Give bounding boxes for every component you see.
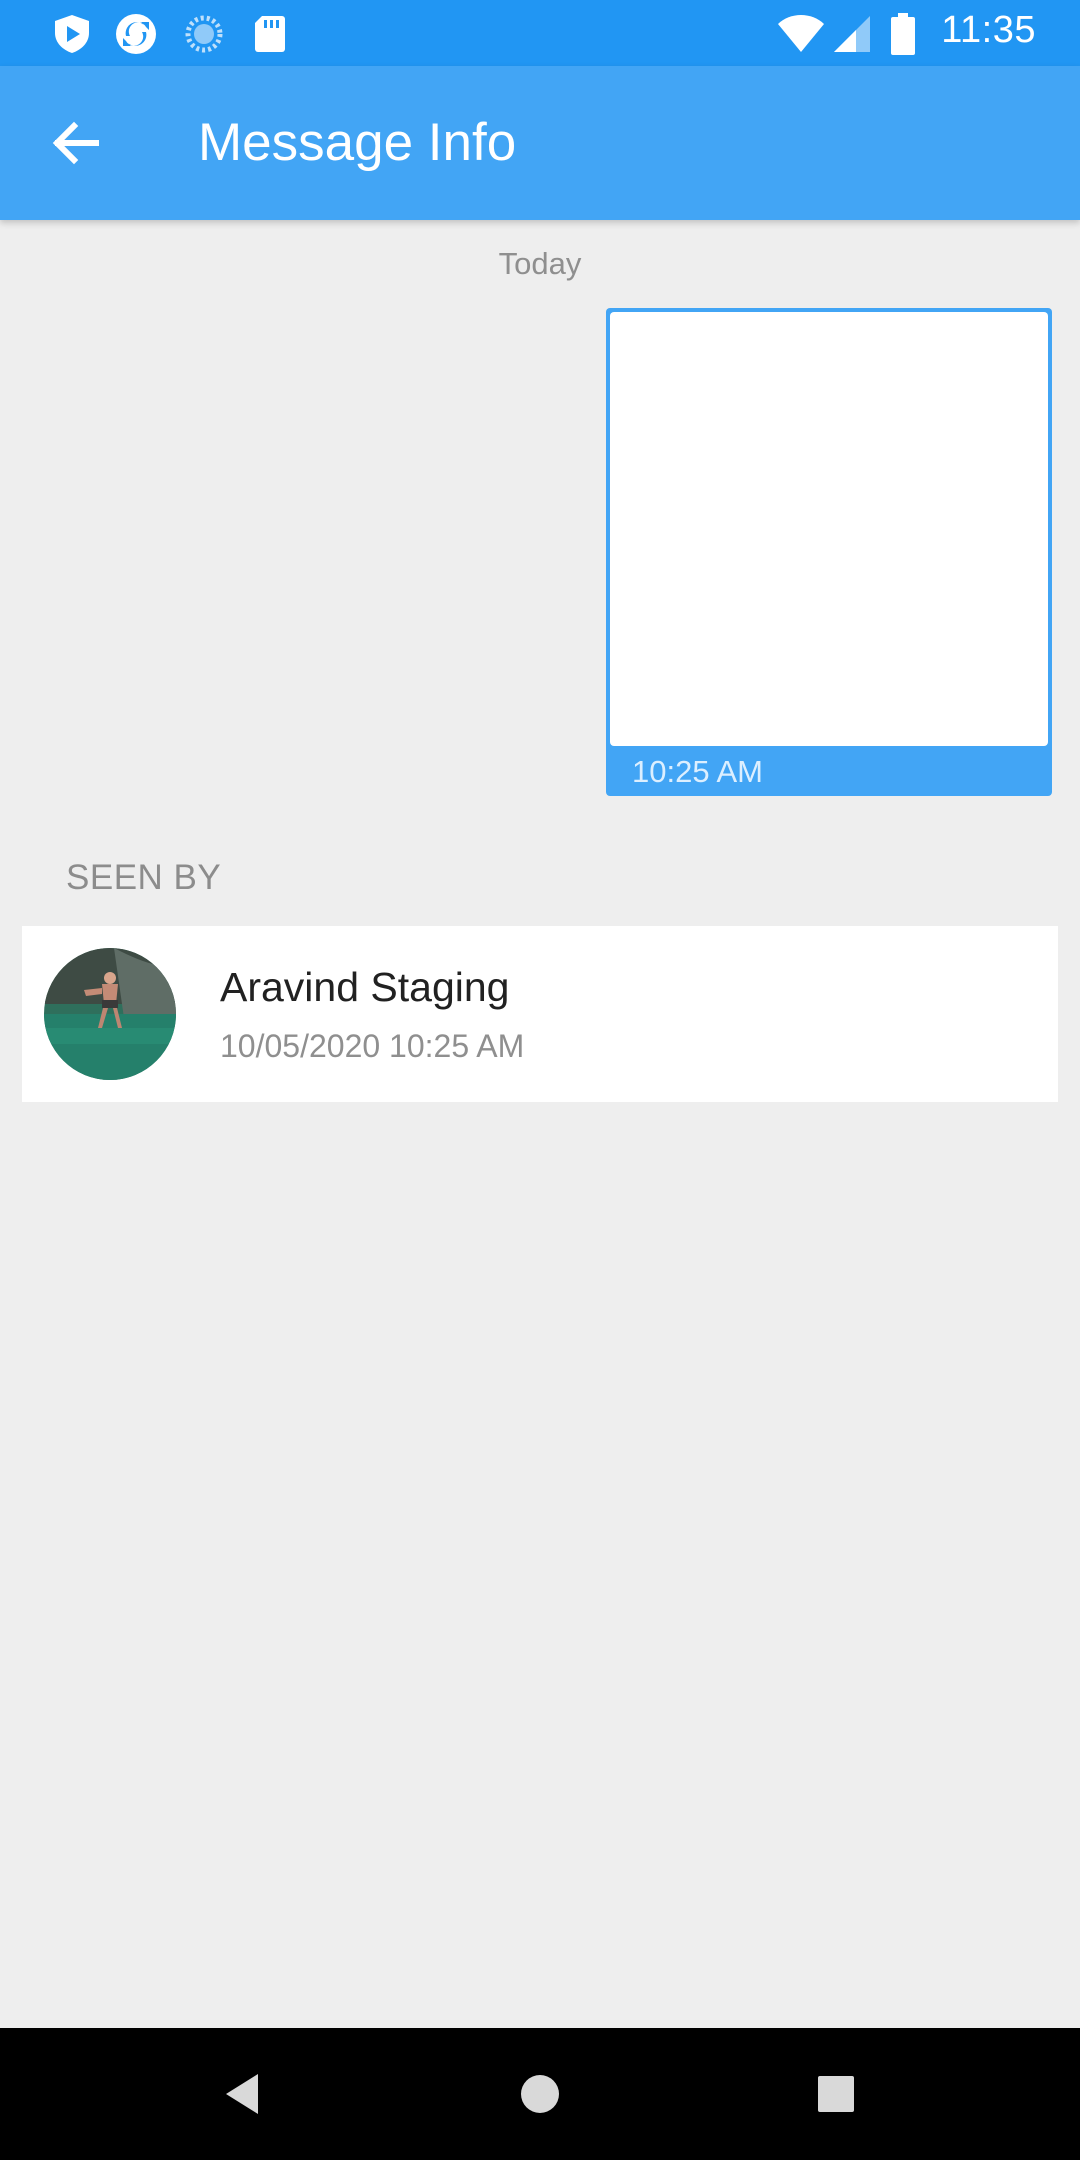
- message-image[interactable]: [610, 312, 1048, 746]
- recents-square-icon[interactable]: [796, 2054, 876, 2134]
- status-bar: 11:35: [0, 0, 1080, 66]
- page-title: Message Info: [198, 113, 517, 172]
- message-time: 10:25 AM: [632, 754, 763, 789]
- date-separator: Today: [498, 246, 582, 281]
- sync-icon: [116, 14, 156, 54]
- system-nav-bar: [0, 2028, 1080, 2160]
- loading-icon: [185, 15, 223, 53]
- app-bar: Message Info: [0, 66, 1080, 220]
- seen-by-name: Aravind Staging: [220, 964, 510, 1010]
- signal-icon: [834, 16, 870, 52]
- message-info-screen: 11:35 Message Info Today 10:25 AM SEEN B…: [0, 0, 1080, 2160]
- sd-card-icon: [255, 16, 285, 52]
- user-avatar: [44, 948, 176, 1080]
- shield-icon: [55, 15, 89, 53]
- battery-icon: [891, 13, 915, 55]
- wifi-icon: [778, 15, 824, 52]
- arrow-back-icon[interactable]: [36, 102, 118, 184]
- back-triangle-icon[interactable]: [202, 2054, 282, 2134]
- seen-by-item[interactable]: Aravind Staging 10/05/2020 10:25 AM: [22, 926, 1058, 1102]
- message-bubble[interactable]: 10:25 AM: [606, 308, 1052, 796]
- status-time: 11:35: [941, 9, 1036, 51]
- seen-by-header: SEEN BY: [66, 858, 222, 897]
- home-circle-icon[interactable]: [500, 2054, 580, 2134]
- seen-by-timestamp: 10/05/2020 10:25 AM: [220, 1028, 525, 1064]
